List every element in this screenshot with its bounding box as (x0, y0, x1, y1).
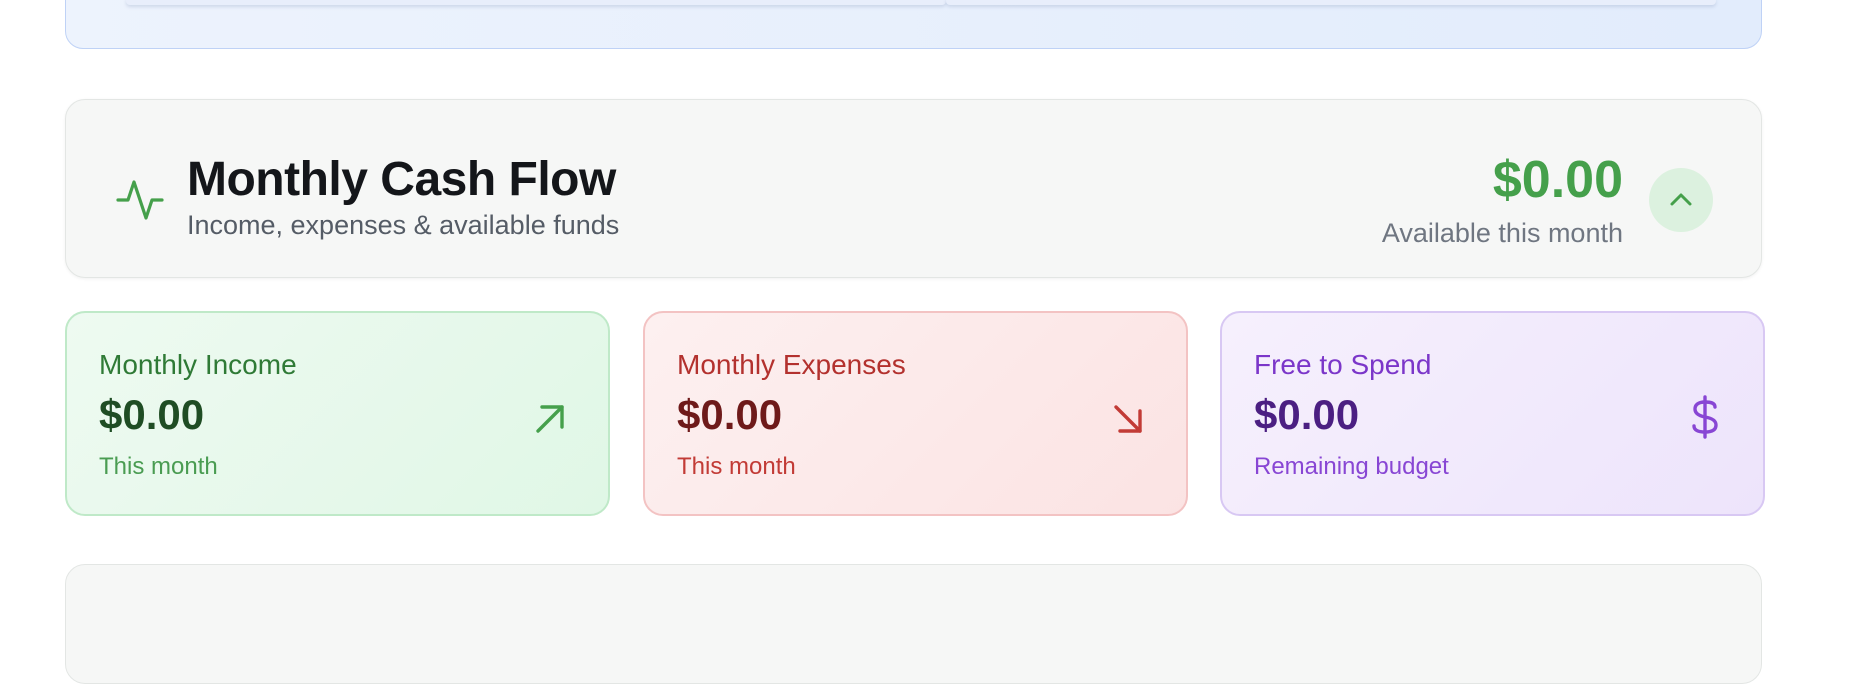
income-note: This month (99, 453, 218, 480)
collapse-button[interactable] (1649, 168, 1713, 232)
available-label: Available this month (1381, 218, 1623, 248)
monthly-expenses-card: Monthly Expenses $0.00 This month (643, 311, 1188, 516)
chevron-up-icon (1670, 193, 1692, 206)
cash-flow-title: Monthly Cash Flow (187, 153, 616, 206)
free-to-spend-card: Free to Spend $0.00 Remaining budget (1220, 311, 1765, 516)
previous-section-field-right (946, 0, 1716, 5)
expenses-note: This month (677, 453, 796, 480)
arrow-up-right-icon (536, 405, 564, 433)
free-value: $0.00 (1254, 391, 1360, 438)
expenses-value: $0.00 (677, 391, 783, 438)
next-section-card (65, 564, 1762, 684)
income-label: Monthly Income (99, 349, 297, 380)
activity-pulse-icon (116, 180, 164, 220)
arrow-down-right-icon (1114, 405, 1142, 433)
dollar-icon (1692, 395, 1718, 439)
previous-section-field-left (126, 0, 946, 5)
income-value: $0.00 (99, 391, 205, 438)
free-note: Remaining budget (1254, 453, 1449, 480)
cash-flow-card[interactable]: Monthly Cash Flow Income, expenses & ava… (65, 99, 1762, 278)
available-amount: $0.00 (1492, 151, 1623, 209)
monthly-income-card: Monthly Income $0.00 This month (65, 311, 610, 516)
free-label: Free to Spend (1254, 349, 1432, 380)
previous-section-card (65, 0, 1762, 49)
cash-flow-subtitle: Income, expenses & available funds (187, 210, 620, 240)
expenses-label: Monthly Expenses (677, 349, 906, 380)
